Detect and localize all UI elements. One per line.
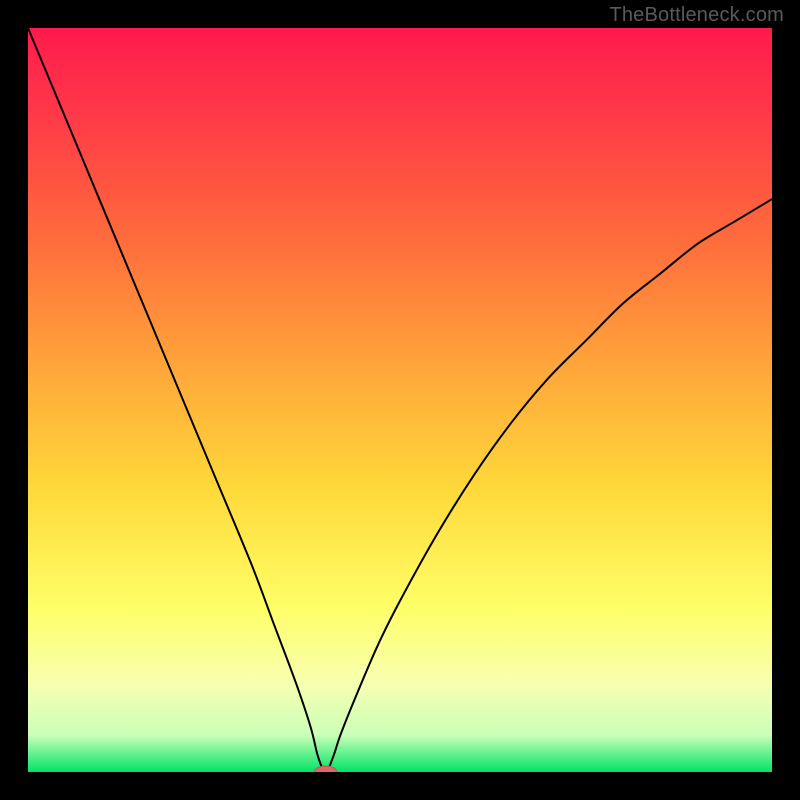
bottleneck-chart — [28, 28, 772, 772]
watermark-text: TheBottleneck.com — [609, 4, 784, 27]
gradient-background — [28, 28, 772, 772]
chart-frame: TheBottleneck.com — [0, 0, 800, 800]
